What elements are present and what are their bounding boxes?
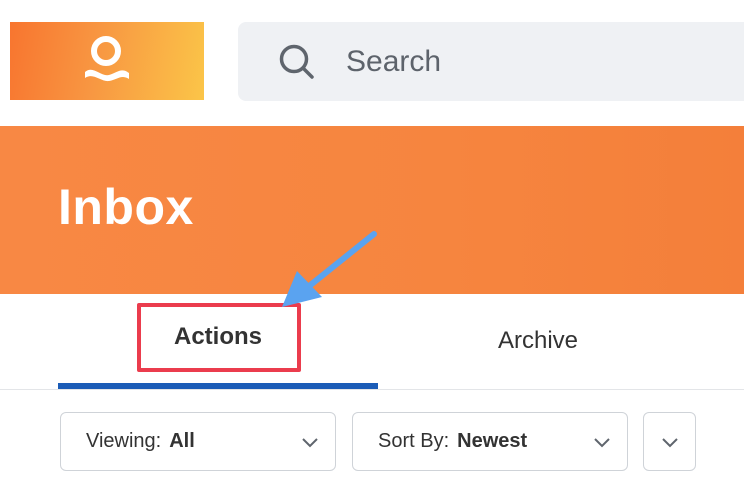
person-logo-icon xyxy=(85,36,129,82)
app-logo[interactable] xyxy=(10,22,204,100)
search-icon xyxy=(279,44,314,79)
viewing-filter-value: All xyxy=(169,430,195,452)
chevron-down-icon xyxy=(302,438,318,448)
sort-by-dropdown[interactable]: Sort By: Newest xyxy=(352,412,628,471)
tab-archive-label: Archive xyxy=(497,327,579,354)
viewing-filter-dropdown[interactable]: Viewing: All xyxy=(60,412,336,471)
page-title: Inbox xyxy=(58,179,194,235)
chevron-down-icon xyxy=(594,438,610,448)
viewing-filter-label: Viewing: xyxy=(86,430,162,452)
sort-by-value: Newest xyxy=(457,430,528,452)
tab-archive[interactable]: Archive xyxy=(378,294,698,388)
search-bar[interactable] xyxy=(238,22,744,101)
sort-by-label: Sort By: xyxy=(378,430,450,452)
tab-actions-label: Actions xyxy=(173,323,262,350)
annotation-arrow-icon xyxy=(282,231,377,307)
more-filters-button[interactable] xyxy=(643,412,696,471)
chevron-down-icon xyxy=(661,437,678,447)
search-input[interactable] xyxy=(346,22,726,101)
active-tab-indicator xyxy=(58,383,378,389)
